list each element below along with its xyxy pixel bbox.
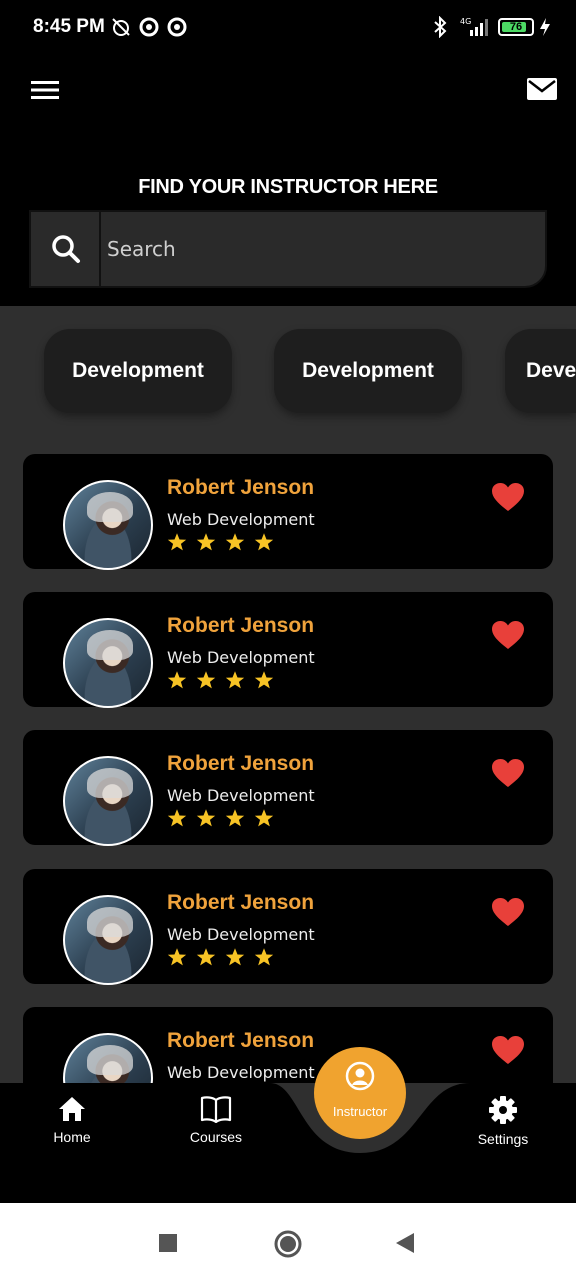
svg-text:4G: 4G [460,17,471,26]
instructor-card[interactable]: Robert Jenson Web Development [23,869,553,985]
search-icon[interactable] [31,212,101,286]
alarm-off-icon [110,16,132,43]
system-navigation-bar [0,1203,576,1280]
favorite-heart-icon[interactable] [491,482,525,517]
nav-item-courses[interactable]: Courses [161,1095,271,1145]
bluetooth-icon [432,15,448,43]
nav-item-instructor-fab[interactable]: Instructor [314,1047,406,1139]
instructor-name: Robert Jenson [167,476,315,499]
nav-item-home[interactable]: Home [17,1095,127,1145]
nav-label: Courses [189,1129,243,1145]
star-icon [196,948,216,966]
status-bar: 8:45 PM 4G 76 [0,0,576,56]
star-icon [167,671,187,689]
instructor-role: Web Development [167,510,315,529]
instructor-card[interactable]: Robert Jenson Web Development [23,454,553,570]
star-icon [196,533,216,551]
instructor-name: Robert Jenson [167,891,315,914]
instructor-card[interactable]: Robert Jenson Web Development [23,592,553,708]
star-icon [196,671,216,689]
search-input[interactable] [107,234,527,264]
search-bar [29,210,547,288]
instructor-card[interactable]: Robert Jenson Web Development [23,730,553,846]
instructor-card[interactable]: Robert Jenson Web Development [23,1007,553,1083]
star-rating [167,670,274,690]
star-rating [167,947,274,967]
favorite-heart-icon[interactable] [491,897,525,932]
back-icon[interactable] [395,1232,415,1259]
charging-icon [539,16,551,43]
nav-label: Instructor [332,1104,388,1119]
battery-indicator: 76 [498,18,534,36]
user-icon [345,1061,375,1091]
instructor-role: Web Development [167,925,315,944]
instructor-name: Robert Jenson [167,614,315,637]
category-chip[interactable]: Development [44,329,232,413]
favorite-heart-icon[interactable] [491,620,525,655]
book-icon [200,1096,232,1123]
main-content: Development Development Deve Robert Jens… [0,306,576,1083]
instructor-role: Web Development [167,1063,315,1082]
gear-icon [489,1096,517,1124]
avatar [63,895,153,985]
avatar [63,618,153,708]
star-icon [225,671,245,689]
avatar [63,756,153,846]
mail-icon[interactable] [527,76,557,102]
star-icon [254,671,274,689]
category-chip[interactable]: Deve [505,329,576,413]
favorite-heart-icon[interactable] [491,1035,525,1070]
status-time: 8:45 PM [33,16,105,37]
avatar [63,1033,153,1083]
recent-apps-icon[interactable] [158,1233,178,1258]
star-rating [167,532,274,552]
instructor-name: Robert Jenson [167,752,315,775]
nav-label: Home [53,1129,91,1145]
star-icon [225,948,245,966]
star-icon [167,809,187,827]
page-title: FIND YOUR INSTRUCTOR HERE [138,176,438,198]
star-icon [254,948,274,966]
category-chip[interactable]: Development [274,329,462,413]
nav-label: Settings [477,1131,529,1147]
star-icon [254,809,274,827]
bottom-navigation: Home Courses Settings [0,1083,576,1203]
nav-item-settings[interactable]: Settings [448,1095,558,1147]
star-rating [167,808,274,828]
star-icon [167,948,187,966]
instructor-role: Web Development [167,648,315,667]
instructor-name: Robert Jenson [167,1029,315,1052]
sync-icon [138,16,160,43]
header: FIND YOUR INSTRUCTOR HERE [0,56,576,306]
star-icon [225,533,245,551]
home-icon [59,1097,85,1121]
avatar [63,480,153,570]
home-button-icon[interactable] [273,1229,303,1264]
star-icon [196,809,216,827]
instructor-role: Web Development [167,786,315,805]
sync-icon [166,16,188,43]
star-icon [225,809,245,827]
star-icon [167,533,187,551]
hamburger-menu-icon[interactable] [31,80,59,100]
signal-icon: 4G [458,16,492,43]
favorite-heart-icon[interactable] [491,758,525,793]
star-icon [254,533,274,551]
